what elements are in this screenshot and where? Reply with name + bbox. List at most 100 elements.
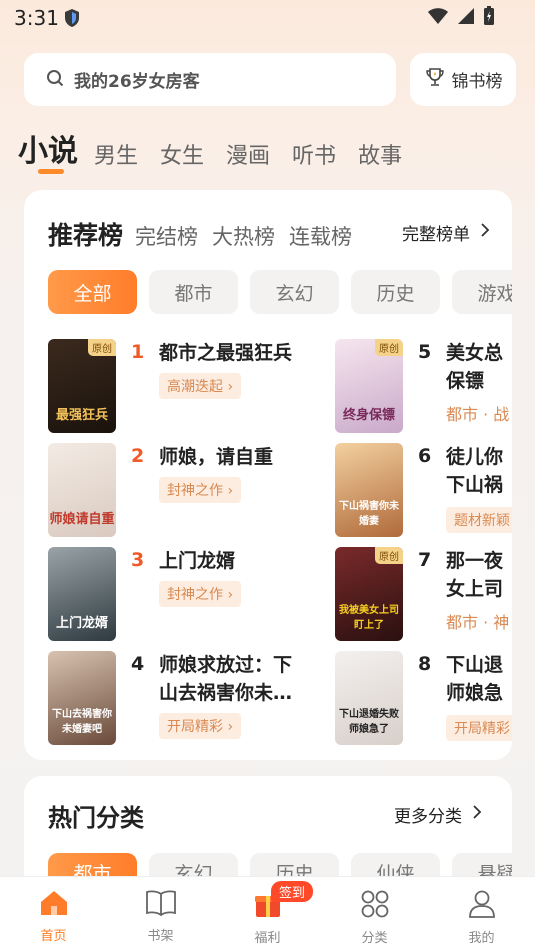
book-cover: 上门龙婿 bbox=[48, 547, 116, 641]
active-tab-indicator bbox=[38, 169, 64, 174]
tab-comic[interactable]: 漫画 bbox=[226, 138, 270, 170]
search-icon bbox=[46, 69, 64, 91]
book-tag: 题材新颖 bbox=[446, 507, 512, 533]
search-bar[interactable]: 我的26岁女房客 bbox=[24, 53, 396, 106]
signal-icon bbox=[457, 7, 475, 29]
book-title-line2: 保镖 bbox=[446, 370, 485, 392]
book-title-line1: 那一夜 bbox=[446, 550, 504, 572]
hot-categories-title: 热门分类 bbox=[48, 804, 144, 832]
battery-icon bbox=[483, 6, 495, 30]
wifi-icon bbox=[427, 7, 449, 29]
tab-recommended[interactable]: 推荐榜 bbox=[48, 216, 123, 252]
tag-label: 封神之作 bbox=[167, 587, 223, 603]
full-list-label: 完整榜单 bbox=[402, 225, 470, 245]
nav-bookshelf-label: 书架 bbox=[147, 929, 174, 944]
nav-profile[interactable]: 我的 bbox=[428, 877, 535, 951]
book-item[interactable]: 师娘请自重 2 师娘，请自重 封神之作 › bbox=[48, 443, 328, 539]
nav-profile-label: 我的 bbox=[468, 931, 495, 946]
trophy-icon bbox=[424, 66, 446, 93]
rank-number: 3 bbox=[131, 549, 145, 571]
nav-categories[interactable]: 分类 bbox=[321, 877, 428, 951]
book-tag: 封神之作 › bbox=[159, 477, 242, 503]
more-categories-link[interactable]: 更多分类 bbox=[394, 802, 482, 827]
book-cover: 下山祸害你未婚妻 bbox=[335, 443, 403, 537]
genre-game[interactable]: 游戏 bbox=[452, 270, 512, 314]
original-badge: 原创 bbox=[375, 339, 403, 356]
tab-male[interactable]: 男生 bbox=[94, 138, 138, 170]
ranking-card: 推荐榜 完结榜 大热榜 连载榜 完整榜单 全部 都市 玄幻 历史 游戏 原创 最… bbox=[24, 190, 512, 760]
tab-completed[interactable]: 完结榜 bbox=[135, 221, 198, 251]
user-icon bbox=[467, 889, 497, 923]
book-tag: 开局精彩 bbox=[446, 715, 512, 741]
chevron-right-icon bbox=[480, 222, 490, 243]
home-icon bbox=[39, 889, 69, 921]
book-title: 师娘，请自重 bbox=[159, 446, 274, 468]
original-badge: 原创 bbox=[375, 547, 403, 564]
genre-urban[interactable]: 都市 bbox=[149, 270, 238, 314]
tab-story[interactable]: 故事 bbox=[358, 138, 402, 170]
book-cover: 师娘请自重 bbox=[48, 443, 116, 537]
book-title-line2: 女上司 bbox=[446, 578, 504, 600]
tag-label: 高潮迭起 bbox=[167, 379, 223, 395]
rank-button-label: 锦书榜 bbox=[451, 72, 503, 92]
tab-popular[interactable]: 大热榜 bbox=[212, 221, 275, 251]
book-meta: 都市 · 战 bbox=[446, 405, 510, 424]
cover-title: 师娘请自重 bbox=[49, 512, 115, 527]
book-item[interactable]: 下山祸害你未婚妻 6 徒儿你 下山祸 题材新颖 bbox=[335, 443, 512, 539]
cover-title: 我被美女上司盯上了 bbox=[339, 605, 399, 631]
nav-home[interactable]: 首页 bbox=[0, 877, 107, 951]
original-badge: 原创 bbox=[88, 339, 116, 356]
rank-number: 8 bbox=[418, 653, 432, 675]
rank-number: 6 bbox=[418, 445, 432, 467]
cover-title: 下山祸害你未婚妻 bbox=[339, 501, 399, 527]
jinshu-rank-button[interactable]: 锦书榜 bbox=[410, 53, 516, 106]
shield-icon bbox=[63, 8, 81, 28]
rank-number: 4 bbox=[131, 653, 145, 675]
book-icon bbox=[145, 889, 177, 921]
nav-welfare[interactable]: 签到 福利 bbox=[214, 877, 321, 951]
nav-categories-label: 分类 bbox=[361, 931, 388, 946]
book-title-line1: 下山退 bbox=[446, 654, 504, 676]
book-title: 上门龙婿 bbox=[159, 550, 236, 572]
book-title: 都市之最强狂兵 bbox=[159, 342, 293, 364]
ranking-genres: 全部 都市 玄幻 历史 游戏 bbox=[48, 270, 512, 314]
full-list-link[interactable]: 完整榜单 bbox=[402, 220, 490, 245]
tab-audio[interactable]: 听书 bbox=[292, 138, 336, 170]
nav-bookshelf[interactable]: 书架 bbox=[107, 877, 214, 951]
book-cover: 原创 最强狂兵 bbox=[48, 339, 116, 433]
rank-number: 1 bbox=[131, 341, 145, 363]
book-list: 原创 最强狂兵 1 都市之最强狂兵 高潮迭起 › 师娘请自重 2 师娘，请自重 … bbox=[48, 339, 512, 759]
categories-icon bbox=[360, 889, 390, 923]
bottom-nav: 首页 书架 签到 福利 分类 我的 bbox=[0, 876, 535, 951]
book-item[interactable]: 原创 我被美女上司盯上了 7 那一夜 女上司 都市 · 神 bbox=[335, 547, 512, 643]
status-time: 3:31 bbox=[14, 6, 59, 30]
more-categories-label: 更多分类 bbox=[394, 807, 462, 827]
cover-title: 下山退婚失败 师娘急了 bbox=[339, 709, 399, 735]
book-item[interactable]: 原创 最强狂兵 1 都市之最强狂兵 高潮迭起 › bbox=[48, 339, 328, 435]
book-item[interactable]: 上门龙婿 3 上门龙婿 封神之作 › bbox=[48, 547, 328, 643]
rank-number: 7 bbox=[418, 549, 432, 571]
search-placeholder: 我的26岁女房客 bbox=[74, 72, 200, 92]
tab-female[interactable]: 女生 bbox=[160, 138, 204, 170]
tag-label: 开局精彩 bbox=[167, 719, 223, 735]
sign-in-badge: 签到 bbox=[271, 881, 314, 902]
book-cover: 原创 终身保镖 bbox=[335, 339, 403, 433]
tab-serializing[interactable]: 连载榜 bbox=[289, 221, 352, 251]
genre-history[interactable]: 历史 bbox=[351, 270, 440, 314]
book-cover: 下山去祸害你未婚妻吧 bbox=[48, 651, 116, 745]
nav-home-label: 首页 bbox=[40, 929, 67, 944]
book-item[interactable]: 下山去祸害你未婚妻吧 4 师娘求放过：下山去祸害你未… 开局精彩 › bbox=[48, 651, 328, 747]
book-cover: 下山退婚失败 师娘急了 bbox=[335, 651, 403, 745]
genre-fantasy[interactable]: 玄幻 bbox=[250, 270, 339, 314]
book-item[interactable]: 原创 终身保镖 5 美女总 保镖 都市 · 战 bbox=[335, 339, 512, 435]
chevron-right-icon bbox=[472, 804, 482, 825]
rank-number: 5 bbox=[418, 341, 432, 363]
cover-title: 终身保镖 bbox=[342, 408, 395, 423]
status-bar: 3:31 bbox=[0, 0, 535, 40]
tab-novel[interactable]: 小说 bbox=[18, 126, 78, 170]
book-title: 师娘求放过：下山去祸害你未… bbox=[159, 654, 293, 704]
tag-label: 封神之作 bbox=[167, 483, 223, 499]
book-item[interactable]: 下山退婚失败 师娘急了 8 下山退 师娘急 开局精彩 bbox=[335, 651, 512, 747]
genre-all[interactable]: 全部 bbox=[48, 270, 137, 314]
book-title-line2: 师娘急 bbox=[446, 682, 504, 704]
